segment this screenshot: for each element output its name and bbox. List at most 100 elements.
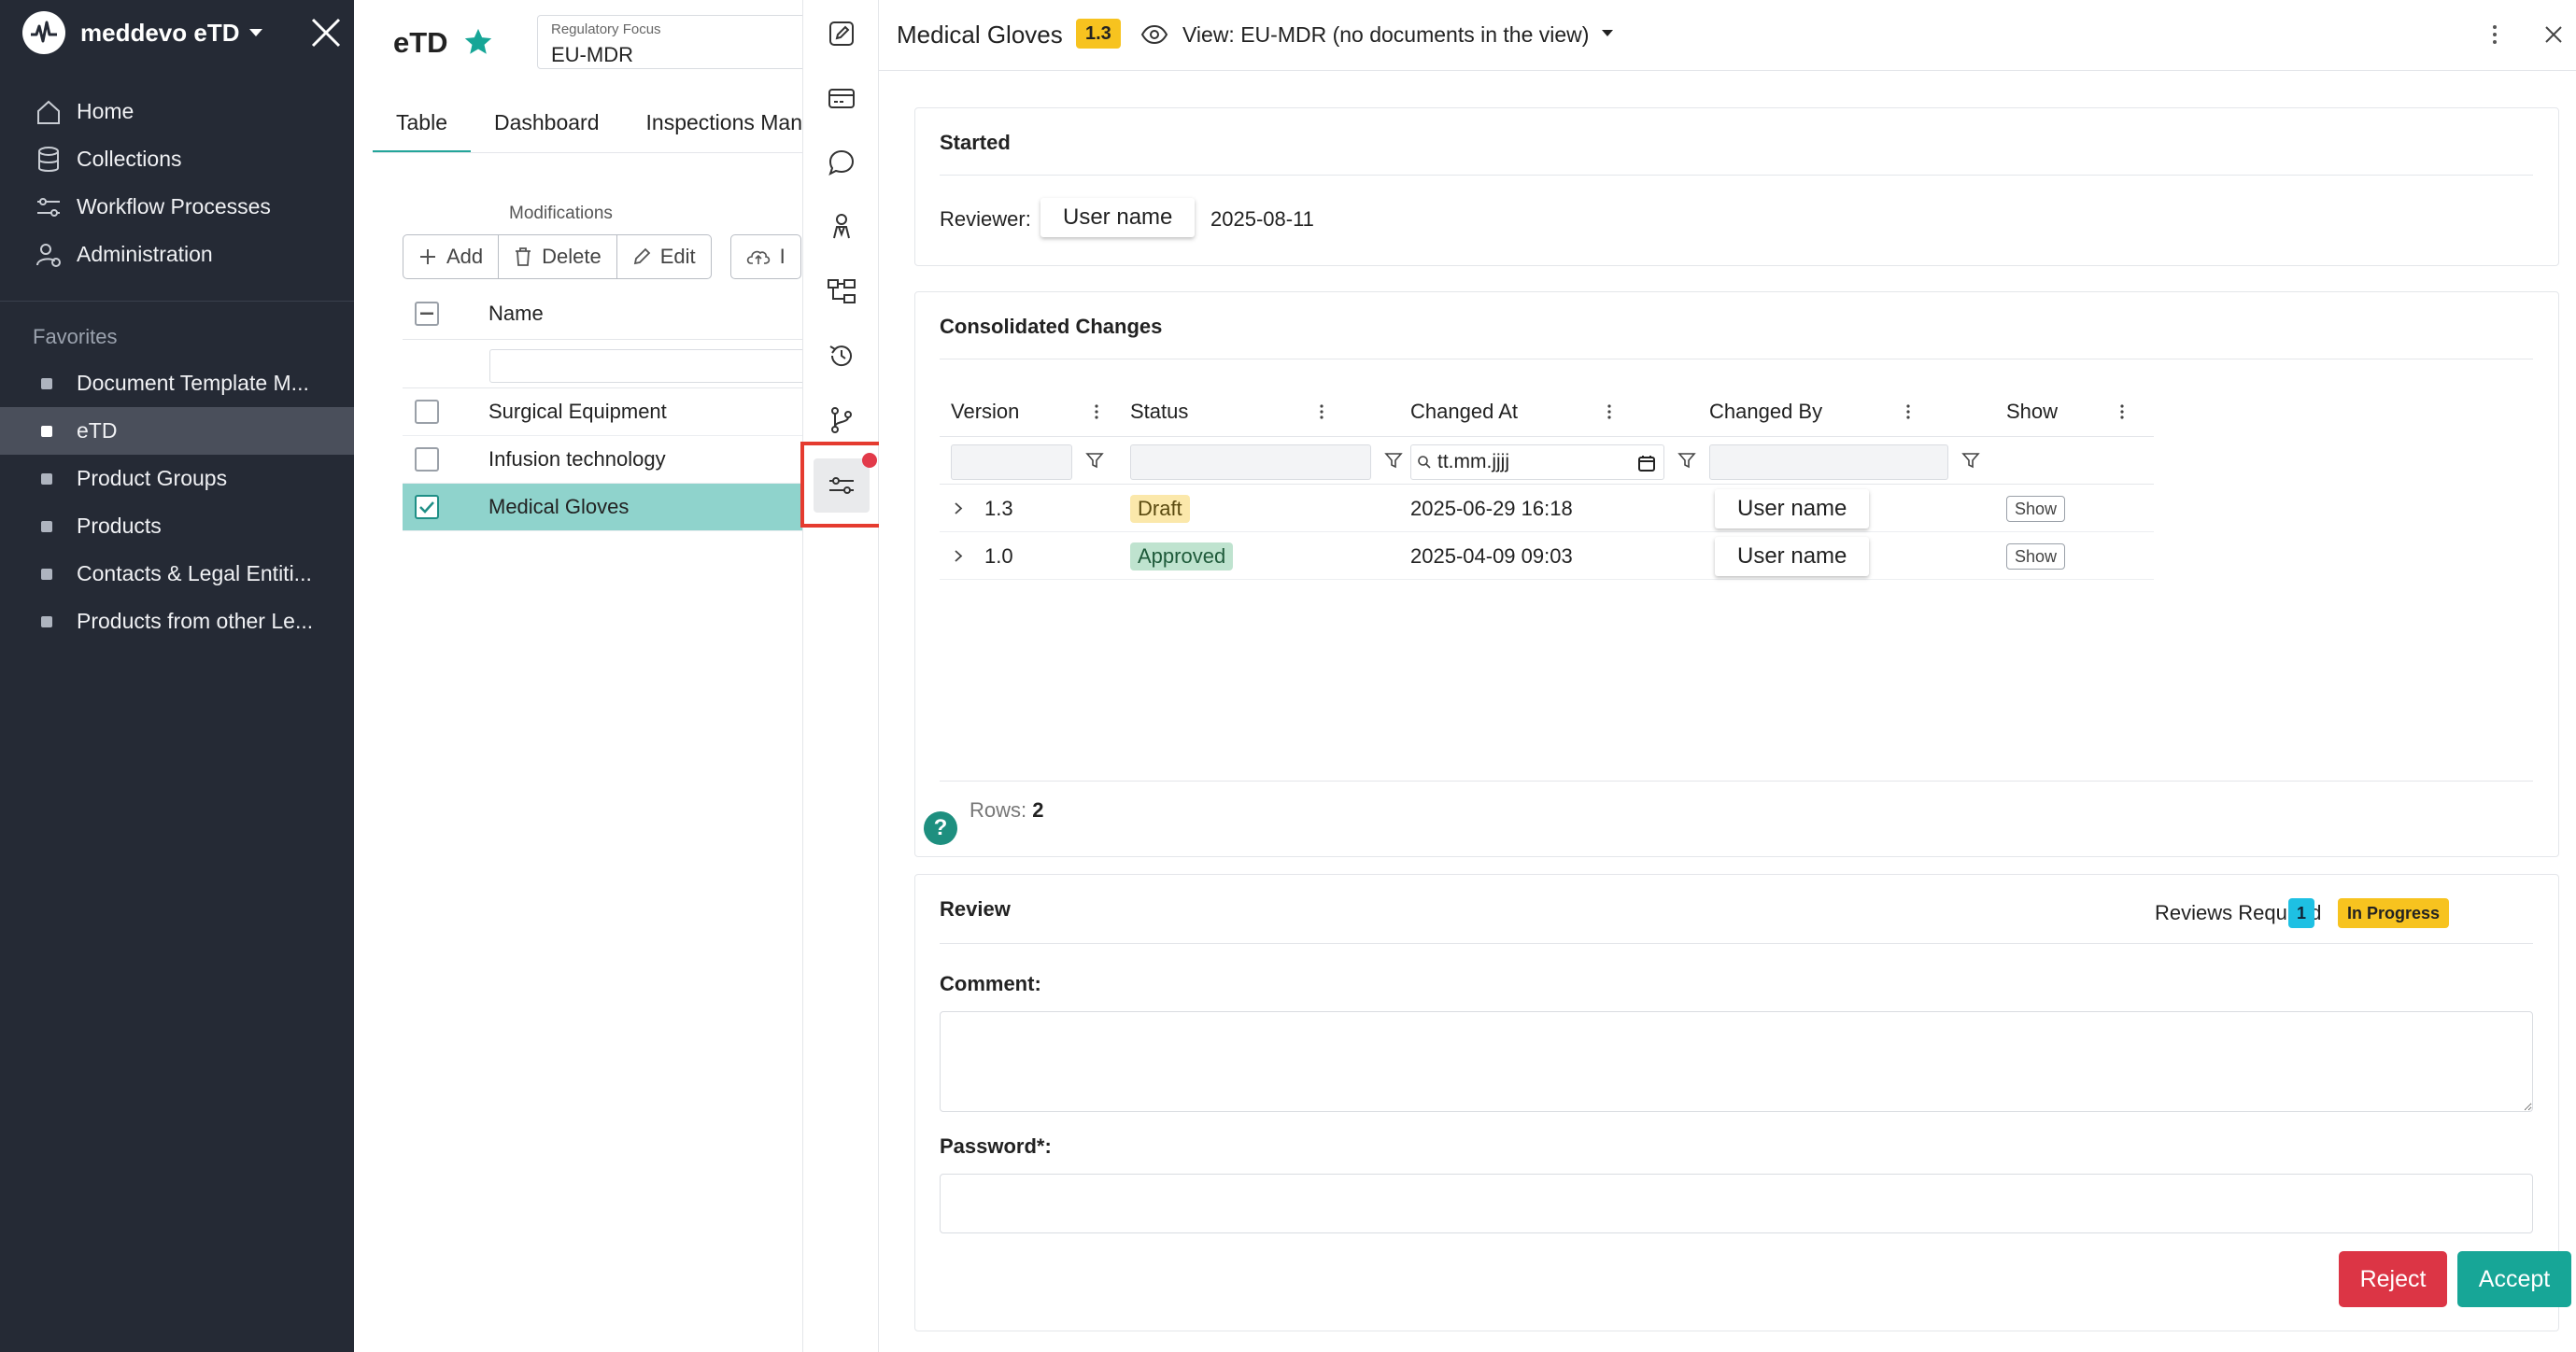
edit-note-icon[interactable] xyxy=(824,16,859,51)
regulatory-focus-select[interactable]: Regulatory Focus EU-MDR xyxy=(537,15,802,69)
bullet-icon xyxy=(41,425,52,437)
row-checkbox[interactable] xyxy=(415,400,439,424)
comment-textarea[interactable] xyxy=(940,1011,2533,1112)
favorite-item[interactable]: Products from other Le... xyxy=(0,598,354,645)
view-selector[interactable]: View: EU-MDR (no documents in the view) xyxy=(1182,22,1589,48)
favorite-item[interactable]: Document Template M... xyxy=(0,359,354,407)
upload-button-label: I xyxy=(779,245,786,268)
card-icon[interactable] xyxy=(824,80,859,116)
filter-icon[interactable] xyxy=(1961,451,1980,470)
reviewer-user-chip[interactable]: User name xyxy=(1040,198,1196,237)
column-menu-icon[interactable] xyxy=(1905,401,1911,422)
table-row[interactable]: Infusion technology xyxy=(403,436,802,484)
modifications-toolbar: Add Delete Edit I xyxy=(403,234,801,279)
row-checkbox-checked[interactable] xyxy=(415,495,439,519)
chevron-right-icon[interactable] xyxy=(953,485,964,532)
column-header-name[interactable]: Name xyxy=(488,302,544,326)
rows-count: Rows: 2 xyxy=(970,798,1044,823)
favorite-label: Document Template M... xyxy=(77,371,309,395)
regulatory-focus-value: EU-MDR xyxy=(551,43,633,66)
close-sidebar-icon[interactable] xyxy=(308,15,344,50)
rows-count-value: 2 xyxy=(1032,798,1044,822)
show-button[interactable]: Show xyxy=(2006,495,2066,522)
workflow-icon xyxy=(34,192,64,222)
nav-item-administration[interactable]: Administration xyxy=(0,231,354,278)
reviewer-label: Reviewer: xyxy=(940,207,1031,231)
favorite-item[interactable]: Product Groups xyxy=(0,455,354,502)
table-row[interactable]: 1.0 Approved 2025-04-09 09:03 User name … xyxy=(940,532,2154,580)
row-checkbox[interactable] xyxy=(415,447,439,472)
tab-inspections[interactable]: Inspections Man xyxy=(623,105,802,153)
comment-label: Comment: xyxy=(940,972,1041,995)
nav-item-workflow-processes[interactable]: Workflow Processes xyxy=(0,183,354,231)
filter-icon[interactable] xyxy=(1677,451,1696,470)
bullet-icon xyxy=(41,568,52,580)
more-options-icon[interactable] xyxy=(2485,19,2504,50)
add-button-label: Add xyxy=(446,245,484,268)
branch-icon[interactable] xyxy=(824,402,859,438)
table-row[interactable]: 1.3 Draft 2025-06-29 16:18 User name Sho… xyxy=(940,485,2154,532)
favorite-star-icon[interactable] xyxy=(462,26,494,58)
inspector-icon[interactable] xyxy=(824,209,859,245)
caret-down-icon[interactable] xyxy=(1602,30,1613,36)
column-header-version[interactable]: Version xyxy=(951,387,1019,436)
structure-tree-icon[interactable] xyxy=(824,274,859,309)
tab-dashboard[interactable]: Dashboard xyxy=(471,105,623,153)
favorite-item[interactable]: Products xyxy=(0,502,354,550)
column-menu-icon[interactable] xyxy=(2119,401,2125,422)
column-header-changed-at[interactable]: Changed At xyxy=(1410,387,1518,436)
changed-at-date-filter[interactable]: tt.mm.jjjj xyxy=(1410,444,1664,480)
brand-switcher[interactable]: meddevo eTD xyxy=(22,11,262,54)
tab-table[interactable]: Table xyxy=(373,105,471,153)
changed-by-filter-input[interactable] xyxy=(1709,444,1948,480)
favorite-label: Product Groups xyxy=(77,466,228,490)
delete-button[interactable]: Delete xyxy=(498,234,617,279)
upload-button[interactable]: I xyxy=(729,234,801,279)
calendar-icon[interactable] xyxy=(1637,454,1656,472)
changed-by-user-chip[interactable]: User name xyxy=(1715,489,1870,528)
select-all-checkbox[interactable] xyxy=(415,301,439,326)
favorite-item[interactable]: Contacts & Legal Entiti... xyxy=(0,550,354,598)
status-filter-input[interactable] xyxy=(1130,444,1371,480)
filter-icon[interactable] xyxy=(1384,451,1403,470)
nav-item-home[interactable]: Home xyxy=(0,88,354,135)
collection-panel: eTD Regulatory Focus EU-MDR Table Dashbo… xyxy=(354,0,802,1352)
favorite-label: Contacts & Legal Entiti... xyxy=(77,561,312,585)
filter-icon[interactable] xyxy=(1085,451,1104,470)
help-icon[interactable]: ? xyxy=(924,811,957,845)
collection-grid: Name Surgical Equipment Infusion technol… xyxy=(403,288,802,531)
history-icon[interactable] xyxy=(824,338,859,373)
name-filter-input[interactable] xyxy=(489,349,802,383)
close-icon[interactable] xyxy=(2540,21,2568,49)
accept-button[interactable]: Accept xyxy=(2457,1251,2571,1307)
changed-at-cell: 2025-04-09 09:03 xyxy=(1410,543,1573,568)
show-button[interactable]: Show xyxy=(2006,542,2066,570)
edit-button[interactable]: Edit xyxy=(616,234,712,279)
table-row-selected[interactable]: Medical Gloves xyxy=(403,484,802,531)
started-date: 2025-08-11 xyxy=(1210,207,1314,231)
column-menu-icon[interactable] xyxy=(1094,401,1099,422)
password-input[interactable] xyxy=(940,1174,2533,1233)
nav-item-collections[interactable]: Collections xyxy=(0,135,354,183)
brand-name: meddevo eTD xyxy=(80,18,240,47)
nav-item-label: Home xyxy=(77,99,134,123)
column-header-status[interactable]: Status xyxy=(1130,387,1188,436)
chevron-right-icon[interactable] xyxy=(953,532,964,580)
add-button[interactable]: Add xyxy=(403,234,500,279)
version-filter-input[interactable] xyxy=(951,444,1072,480)
changed-by-user-chip[interactable]: User name xyxy=(1715,537,1870,576)
column-header-changed-by[interactable]: Changed By xyxy=(1709,387,1822,436)
table-row[interactable]: Surgical Equipment xyxy=(403,388,802,436)
reject-button[interactable]: Reject xyxy=(2339,1251,2447,1307)
cloud-upload-icon xyxy=(746,247,771,266)
column-header-show[interactable]: Show xyxy=(2006,387,2058,436)
highlight-frame xyxy=(800,442,887,528)
column-menu-icon[interactable] xyxy=(1606,401,1612,422)
tabs-divider xyxy=(373,152,802,153)
status-badge: Approved xyxy=(1130,542,1234,570)
version-badge: 1.3 xyxy=(1076,19,1121,49)
comment-icon[interactable] xyxy=(824,145,859,180)
favorite-item-active[interactable]: eTD xyxy=(0,407,354,455)
regulatory-focus-label: Regulatory Focus xyxy=(551,21,661,37)
column-menu-icon[interactable] xyxy=(1319,401,1324,422)
